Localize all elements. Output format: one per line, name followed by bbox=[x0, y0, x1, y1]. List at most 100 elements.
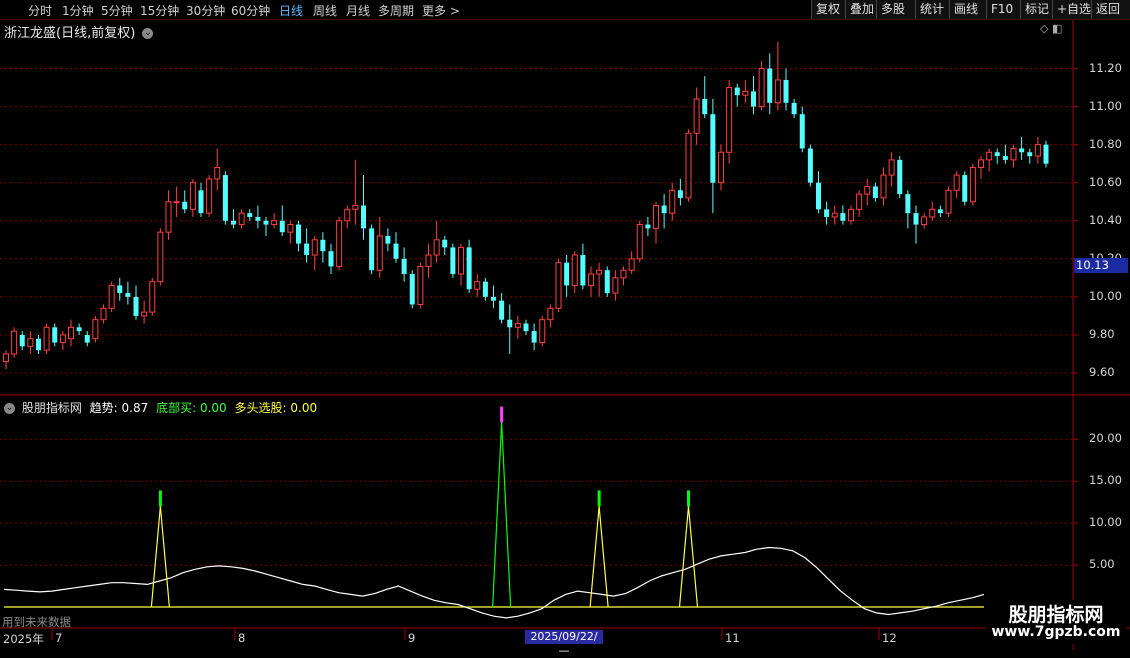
candle-body bbox=[11, 330, 18, 355]
candle-body bbox=[92, 319, 99, 340]
candle-body bbox=[564, 262, 570, 286]
toolbar-button-1[interactable]: 叠加 bbox=[845, 0, 877, 19]
candle-body bbox=[1043, 144, 1049, 164]
toolbar-button-7[interactable]: +自选 bbox=[1052, 0, 1092, 19]
bull-pick-value: 0.00 bbox=[290, 401, 318, 415]
bottom-buy-spike-tip bbox=[158, 490, 162, 507]
candle-body bbox=[409, 274, 415, 305]
candle-body bbox=[458, 246, 464, 275]
period-tab-4[interactable]: 30分钟 bbox=[186, 2, 225, 19]
chevron-down-icon[interactable]: ⌄ bbox=[142, 28, 154, 39]
candle-body bbox=[182, 201, 188, 210]
candle-body bbox=[604, 270, 610, 294]
period-tab-2[interactable]: 5分钟 bbox=[101, 2, 133, 19]
bottom-buy-spike-right bbox=[687, 506, 699, 608]
indicator-header: ⌄ 股朋指标网 趋势: 0.87 底部买: 0.00 多头选股: 0.00 bbox=[4, 399, 321, 416]
toolbar-button-3[interactable]: 统计 bbox=[915, 0, 950, 19]
candle-body bbox=[401, 258, 407, 275]
candle-body bbox=[742, 90, 749, 96]
candle-body bbox=[994, 152, 1000, 157]
diamond-icon[interactable]: ◇ bbox=[1040, 22, 1048, 35]
period-tab-8[interactable]: 月线 bbox=[346, 2, 370, 19]
date-axis-label: 9 bbox=[408, 631, 416, 645]
watermark-url: www.7gpzb.com bbox=[991, 624, 1121, 640]
toolbar-button-5[interactable]: F10 bbox=[986, 0, 1021, 19]
date-axis-label: 7 bbox=[55, 631, 63, 645]
candle-body bbox=[393, 243, 399, 259]
bottom-buy-spike-left bbox=[150, 506, 161, 608]
candle-body bbox=[442, 239, 448, 248]
period-tab-10[interactable]: 更多 > bbox=[422, 2, 460, 19]
candle-body bbox=[897, 159, 903, 195]
candle-body bbox=[36, 338, 41, 351]
indicator-axis-label: 15.00 bbox=[1089, 473, 1122, 488]
panel-toggle-icon[interactable]: ◧ bbox=[1052, 22, 1062, 35]
price-axis-label: 10.60 bbox=[1089, 174, 1122, 189]
candle-body bbox=[856, 193, 863, 210]
toolbar-button-0[interactable]: 复权 bbox=[811, 0, 846, 19]
period-tab-0[interactable]: 分时 bbox=[28, 2, 52, 19]
candle-body bbox=[888, 159, 895, 176]
period-tab-9[interactable]: 多周期 bbox=[378, 2, 414, 19]
candle-body bbox=[986, 151, 993, 161]
candle-body bbox=[157, 231, 164, 283]
period-tab-7[interactable]: 周线 bbox=[313, 2, 337, 19]
candle-body bbox=[628, 258, 635, 271]
candle-body bbox=[279, 220, 285, 233]
candle-body bbox=[263, 220, 269, 225]
candle-body bbox=[937, 209, 943, 214]
candle-body bbox=[450, 247, 456, 275]
candle-body bbox=[231, 220, 236, 225]
toolbar-button-6[interactable]: 标记 bbox=[1020, 0, 1053, 19]
candle-body bbox=[311, 239, 318, 256]
candle-body bbox=[84, 334, 90, 343]
period-tab-6[interactable]: 日线 bbox=[279, 2, 303, 19]
candle-body bbox=[304, 243, 310, 256]
period-tab-3[interactable]: 15分钟 bbox=[140, 2, 179, 19]
candle-body bbox=[76, 327, 82, 332]
candle-body bbox=[840, 213, 846, 221]
candle-body bbox=[222, 175, 228, 221]
bottom-buy-label: 底部买: bbox=[156, 401, 197, 415]
candle-body bbox=[499, 300, 505, 320]
toolbar-button-4[interactable]: 画线 bbox=[949, 0, 987, 19]
candle-body bbox=[539, 319, 546, 344]
chevron-down-icon[interactable]: ⌄ bbox=[4, 403, 15, 414]
candle-body bbox=[108, 284, 115, 309]
candle-body bbox=[117, 285, 123, 294]
candle-body bbox=[751, 91, 756, 107]
candle-body bbox=[68, 326, 74, 340]
date-axis-label: 8 bbox=[238, 631, 246, 645]
candle-body bbox=[962, 175, 968, 202]
candle-body bbox=[1019, 148, 1025, 153]
candle-body bbox=[255, 216, 261, 221]
candle-body bbox=[774, 79, 781, 104]
kline-chart[interactable] bbox=[0, 0, 1130, 650]
price-axis-label: 11.20 bbox=[1089, 60, 1122, 75]
toolbar-button-8[interactable]: 返回 bbox=[1091, 0, 1130, 19]
toolbar-button-2[interactable]: 多股 bbox=[876, 0, 916, 19]
candle-body bbox=[466, 247, 472, 290]
candle-body bbox=[425, 254, 432, 267]
watermark-title: 股朋指标网 bbox=[1008, 604, 1104, 626]
candle-body bbox=[693, 98, 700, 134]
trend-label: 趋势: bbox=[89, 401, 118, 415]
candle-body bbox=[385, 235, 391, 244]
candle-body bbox=[125, 293, 131, 297]
candle-body bbox=[848, 208, 854, 222]
period-tab-5[interactable]: 60分钟 bbox=[231, 2, 270, 19]
candle-body bbox=[596, 269, 603, 275]
candle-body bbox=[677, 190, 683, 198]
candle-body bbox=[320, 239, 326, 252]
trend-peak-spike-tip bbox=[500, 406, 504, 423]
candle-body bbox=[758, 68, 765, 108]
period-tab-1[interactable]: 1分钟 bbox=[62, 2, 94, 19]
indicator-axis-label: 5.00 bbox=[1089, 557, 1115, 572]
candle-body bbox=[238, 212, 245, 226]
candle-body bbox=[59, 334, 66, 344]
candle-body bbox=[336, 220, 343, 267]
candle-body bbox=[783, 79, 789, 103]
current-price-tag: 10.13 bbox=[1074, 258, 1128, 273]
candle-body bbox=[271, 220, 278, 226]
candle-body bbox=[3, 353, 9, 363]
